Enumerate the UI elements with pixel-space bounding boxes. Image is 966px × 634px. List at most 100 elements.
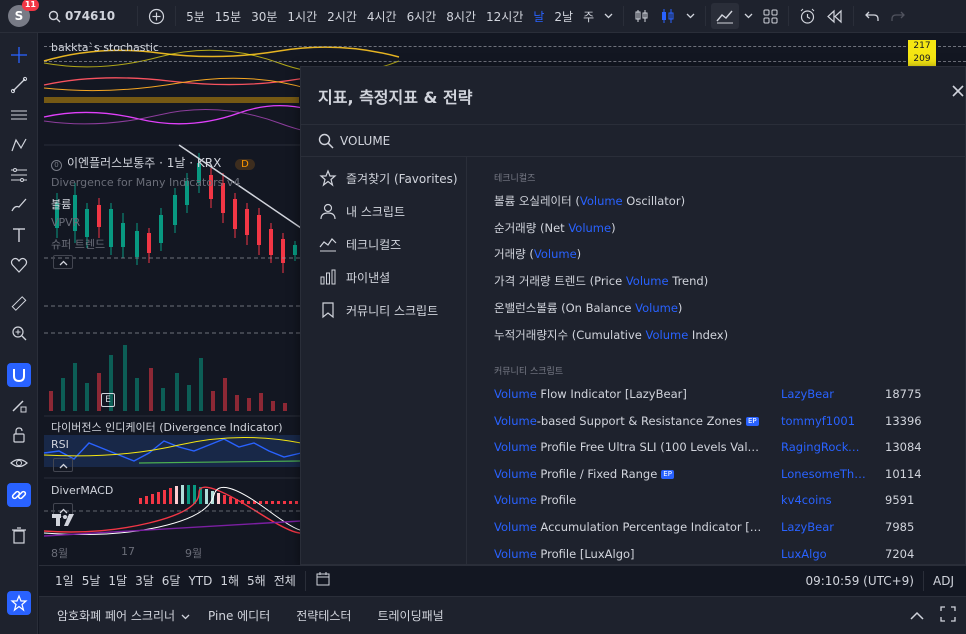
compare-button[interactable] xyxy=(143,3,170,29)
community-result-row[interactable]: Volume Accumulation Percentage Indicator… xyxy=(494,520,954,538)
symbol-ticker: 074610 xyxy=(65,9,116,23)
adj-toggle[interactable]: ADJ xyxy=(929,574,958,588)
category-community[interactable]: 커뮤니티 스크립트 xyxy=(319,301,438,319)
community-result-row[interactable]: Volume Profile [LuxAlgo] LuxAlgo 7204 xyxy=(494,547,954,565)
lock-tool[interactable] xyxy=(7,423,31,447)
range-5y[interactable]: 5해 xyxy=(243,572,270,589)
delete-tool[interactable] xyxy=(7,523,31,547)
undo-button[interactable] xyxy=(859,3,885,29)
magnet-tool[interactable] xyxy=(7,363,31,387)
interval-5m[interactable]: 5분 xyxy=(181,3,210,29)
earnings-marker[interactable]: E xyxy=(101,393,115,407)
clock-timezone[interactable]: 09:10:59 (UTC+9) xyxy=(801,574,918,588)
tab-pine-editor[interactable]: Pine 에디터 xyxy=(208,607,270,624)
chart-type-dropdown[interactable] xyxy=(681,3,700,29)
result-author-link[interactable]: tommyf1001 xyxy=(781,414,866,428)
range-1y[interactable]: 1해 xyxy=(216,572,243,589)
range-3m[interactable]: 3달 xyxy=(131,572,158,589)
symbol-search[interactable]: 074610 xyxy=(48,9,115,23)
favorite-tool[interactable] xyxy=(7,253,31,277)
range-1d[interactable]: 1일 xyxy=(51,572,78,589)
watchlist-star-button[interactable] xyxy=(7,591,31,615)
redo-button[interactable] xyxy=(885,3,911,29)
community-result-row[interactable]: Volume Profile / Fixed Range EP LonesomeTh… xyxy=(494,467,954,485)
indicators-button[interactable] xyxy=(711,3,740,29)
interval-12h[interactable]: 12시간 xyxy=(481,3,528,29)
result-name-suffix: ) xyxy=(576,247,582,262)
search-input[interactable] xyxy=(340,133,540,148)
result-author-link[interactable]: LazyBear xyxy=(781,387,866,401)
community-result-row[interactable]: Volume Profile Free Ultra SLI (100 Level… xyxy=(494,440,954,458)
sync-tool[interactable] xyxy=(7,483,31,507)
category-technicals[interactable]: 테크니컬즈 xyxy=(319,235,401,253)
collapse-legend-button[interactable] xyxy=(53,255,73,269)
alert-button[interactable] xyxy=(794,3,821,29)
legend-vpvr[interactable]: VPVR xyxy=(51,216,80,229)
result-author-link[interactable]: LuxAlgo xyxy=(781,547,866,561)
avatar[interactable]: S 11 xyxy=(8,0,39,27)
technical-result-row[interactable]: 거래량 (Volume) xyxy=(494,246,954,264)
horizontal-lines-tool[interactable] xyxy=(7,103,31,127)
interval-30m[interactable]: 30분 xyxy=(246,3,282,29)
result-author-link[interactable]: RagingRocket… xyxy=(781,440,866,454)
interval-4h[interactable]: 4시간 xyxy=(362,3,402,29)
legend-divergence[interactable]: Divergence for Many Indicators v4 xyxy=(51,176,240,189)
forecast-tool[interactable] xyxy=(7,163,31,187)
brush-tool[interactable] xyxy=(7,193,31,217)
category-my-scripts[interactable]: 내 스크립트 xyxy=(319,202,405,220)
stay-drawing-tool[interactable] xyxy=(7,393,31,417)
interval-2d[interactable]: 2날 xyxy=(549,3,578,29)
tab-strategy-tester[interactable]: 전략테스터 xyxy=(296,607,351,624)
interval-1w[interactable]: 주 xyxy=(578,3,599,29)
result-author-link[interactable]: kv4coins xyxy=(781,493,866,507)
screener-dropdown[interactable] xyxy=(181,609,190,623)
x-tick-17: 17 xyxy=(121,545,135,558)
indicators-dropdown[interactable] xyxy=(739,3,758,29)
result-author-link[interactable]: LazyBear xyxy=(781,520,866,534)
hide-tool[interactable] xyxy=(7,451,31,475)
expand-panel-button[interactable] xyxy=(910,609,924,623)
range-1m[interactable]: 1달 xyxy=(104,572,131,589)
layouts-button[interactable] xyxy=(758,3,783,29)
range-all[interactable]: 전체 xyxy=(270,572,300,589)
technical-result-row[interactable]: 볼륨 오실레이터 (Volume Oscillator) xyxy=(494,193,954,211)
range-5d[interactable]: 5날 xyxy=(78,572,105,589)
collapse-rsi-button[interactable] xyxy=(53,458,73,472)
community-result-row[interactable]: Volume-based Support & Resistance Zones E… xyxy=(494,414,954,432)
interval-15m[interactable]: 15분 xyxy=(210,3,246,29)
crosshair-tool[interactable] xyxy=(7,43,31,67)
close-button[interactable] xyxy=(951,84,965,102)
tab-trading-panel[interactable]: 트레이딩패널 xyxy=(377,607,443,624)
technical-result-row[interactable]: 누적거래량지수 (Cumulative Volume Index) xyxy=(494,327,954,345)
interval-dropdown[interactable] xyxy=(599,3,618,29)
interval-1d[interactable]: 날 xyxy=(528,3,549,29)
trendline-tool[interactable] xyxy=(7,73,31,97)
legend-volume[interactable]: 볼륨 xyxy=(51,196,71,212)
bar-style-button[interactable] xyxy=(629,3,655,29)
replay-button[interactable] xyxy=(821,3,848,29)
community-result-row[interactable]: Volume Flow Indicator [LazyBear] LazyBear… xyxy=(494,387,954,405)
interval-6h[interactable]: 6시간 xyxy=(402,3,442,29)
range-ytd[interactable]: YTD xyxy=(184,574,216,588)
category-financials[interactable]: 파이낸셜 xyxy=(319,268,390,286)
eye-icon[interactable]: 0 xyxy=(51,160,62,171)
interval-1h[interactable]: 1시간 xyxy=(282,3,322,29)
technical-result-row[interactable]: 가격 거래량 트렌드 (Price Volume Trend) xyxy=(494,273,954,291)
technical-result-row[interactable]: 순거래량 (Net Volume) xyxy=(494,220,954,238)
range-6m[interactable]: 6달 xyxy=(158,572,185,589)
pattern-tool[interactable] xyxy=(7,133,31,157)
text-tool[interactable] xyxy=(7,223,31,247)
legend-supertrend[interactable]: 슈퍼 트렌드 xyxy=(51,236,105,252)
community-result-row[interactable]: Volume Profile kv4coins 9591 xyxy=(494,493,954,511)
result-author-link[interactable]: LonesomeThe… xyxy=(781,467,866,481)
ruler-tool[interactable] xyxy=(7,291,31,315)
category-favorites[interactable]: 즐겨찾기 (Favorites) xyxy=(319,169,458,187)
candle-style-button[interactable] xyxy=(655,3,681,29)
technical-result-row[interactable]: 온밸런스볼륨 (On Balance Volume) xyxy=(494,300,954,318)
interval-8h[interactable]: 8시간 xyxy=(441,3,481,29)
maximize-panel-button[interactable] xyxy=(940,606,956,625)
zoom-tool[interactable] xyxy=(7,321,31,345)
tab-crypto-screener[interactable]: 암호화폐 페어 스크리너 xyxy=(57,607,175,624)
interval-2h[interactable]: 2시간 xyxy=(322,3,362,29)
goto-date-button[interactable] xyxy=(311,571,335,590)
